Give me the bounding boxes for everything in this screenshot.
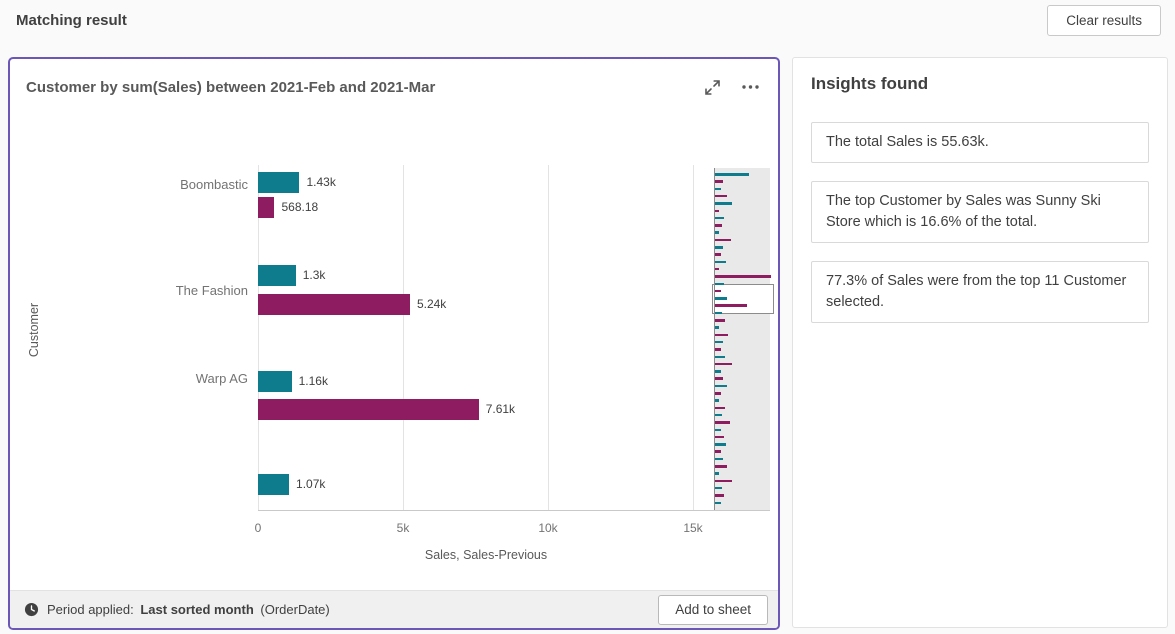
bar-sales-previous-warp-ag[interactable] <box>258 399 479 420</box>
period-value: Last sorted month <box>140 602 253 617</box>
gridline <box>693 165 694 510</box>
insights-title: Insights found <box>811 74 1149 94</box>
bar-value-label: 7.61k <box>486 402 515 416</box>
insight-card-top-customer: The top Customer by Sales was Sunny Ski … <box>811 181 1149 243</box>
page-title: Matching result <box>16 12 127 29</box>
category-label-warp-ag[interactable]: Warp AG <box>124 371 248 386</box>
minimap-bar <box>715 377 723 380</box>
page: Matching result Clear results Customer b… <box>0 0 1175 634</box>
minimap-bar <box>715 312 722 315</box>
minimap-bar <box>715 414 722 417</box>
minimap-bar <box>715 480 732 483</box>
bar-value-label: 1.43k <box>306 175 335 189</box>
minimap-bar <box>715 210 719 213</box>
minimap-bar <box>715 246 723 249</box>
clock-icon <box>24 602 39 617</box>
period-field: (OrderDate) <box>260 602 329 617</box>
insight-card-total-sales: The total Sales is 55.63k. <box>811 122 1149 163</box>
minimap-bar <box>715 399 719 402</box>
minimap-bar <box>715 261 726 264</box>
minimap-bar <box>715 319 725 322</box>
minimap-bar <box>715 253 721 256</box>
minimap-bar <box>715 195 727 198</box>
minimap-bar <box>715 385 727 388</box>
bar-value-label: 1.3k <box>303 268 326 282</box>
minimap-bar <box>715 356 725 359</box>
gridline <box>403 165 404 510</box>
chart-card-footer: Period applied: Last sorted month (Order… <box>10 590 778 628</box>
x-tick-label: 0 <box>236 521 280 535</box>
minimap-bar <box>715 283 724 286</box>
minimap-bar <box>715 421 730 424</box>
minimap-bar <box>715 363 732 366</box>
minimap-bar <box>715 429 721 432</box>
y-axis-title: Customer <box>27 280 41 380</box>
expand-icon[interactable] <box>700 76 724 98</box>
minimap-bar <box>715 297 727 300</box>
minimap-bar <box>715 173 749 176</box>
bar-sales-previous-boombastic[interactable] <box>258 197 274 218</box>
minimap-bar <box>715 348 721 351</box>
minimap-bar <box>715 465 727 468</box>
bar-chart: Customer Sales, Sales-Previous 0 5k 10k 15k… <box>10 105 778 590</box>
minimap-bar <box>715 458 723 461</box>
chart-scrollbar-minimap[interactable] <box>714 168 770 510</box>
category-label-boombastic[interactable]: Boombastic <box>124 177 248 192</box>
minimap-bar <box>715 436 724 439</box>
minimap-bar <box>715 341 723 344</box>
minimap-bar <box>715 180 723 183</box>
minimap-bar <box>715 472 719 475</box>
minimap-bar <box>715 290 721 293</box>
insights-panel: Insights found The total Sales is 55.63k… <box>792 57 1168 628</box>
minimap-bar <box>715 370 721 373</box>
x-tick-label: 15k <box>671 521 715 535</box>
period-label: Period applied: <box>47 602 134 617</box>
minimap-bar <box>715 392 721 395</box>
chart-title: Customer by sum(Sales) between 2021-Feb … <box>26 79 686 96</box>
minimap-bar <box>715 188 721 191</box>
minimap-bar <box>715 268 719 271</box>
bar-sales-warp-ag[interactable] <box>258 371 292 392</box>
minimap-bar <box>715 217 724 220</box>
top-bar: Matching result Clear results <box>0 0 1175 44</box>
bar-sales-row4[interactable] <box>258 474 289 495</box>
clear-results-button[interactable]: Clear results <box>1047 5 1161 36</box>
bar-sales-boombastic[interactable] <box>258 172 299 193</box>
category-label-the-fashion[interactable]: The Fashion <box>124 283 248 298</box>
x-axis-title: Sales, Sales-Previous <box>258 548 714 562</box>
minimap-bar <box>715 202 732 205</box>
minimap-bar <box>715 326 719 329</box>
period-applied-text: Period applied: Last sorted month (Order… <box>47 602 658 617</box>
minimap-bar <box>715 239 731 242</box>
minimap-bar <box>715 487 722 490</box>
minimap-bar <box>715 275 771 278</box>
minimap-bar <box>715 502 721 505</box>
minimap-bar <box>715 494 724 497</box>
minimap-axis-line <box>714 168 715 510</box>
bar-value-label: 568.18 <box>281 200 318 214</box>
bar-sales-the-fashion[interactable] <box>258 265 296 286</box>
more-menu-icon[interactable] <box>738 76 762 98</box>
minimap-bar <box>715 304 747 307</box>
minimap-bar <box>715 407 725 410</box>
chart-card-header: Customer by sum(Sales) between 2021-Feb … <box>10 59 778 105</box>
minimap-bar <box>715 450 721 453</box>
x-axis-line <box>258 510 770 511</box>
x-tick-label: 10k <box>526 521 570 535</box>
x-tick-label: 5k <box>381 521 425 535</box>
bar-value-label: 1.16k <box>299 374 328 388</box>
minimap-bar <box>715 231 719 234</box>
gridline <box>548 165 549 510</box>
bar-sales-previous-the-fashion[interactable] <box>258 294 410 315</box>
bar-value-label: 5.24k <box>417 297 446 311</box>
minimap-bar <box>715 334 728 337</box>
chart-card[interactable]: Customer by sum(Sales) between 2021-Feb … <box>8 57 780 630</box>
insight-card-top-11: 77.3% of Sales were from the top 11 Cust… <box>811 261 1149 323</box>
add-to-sheet-button[interactable]: Add to sheet <box>658 595 768 625</box>
bar-value-label: 1.07k <box>296 477 325 491</box>
minimap-bar <box>715 224 722 227</box>
minimap-bar <box>715 443 726 446</box>
